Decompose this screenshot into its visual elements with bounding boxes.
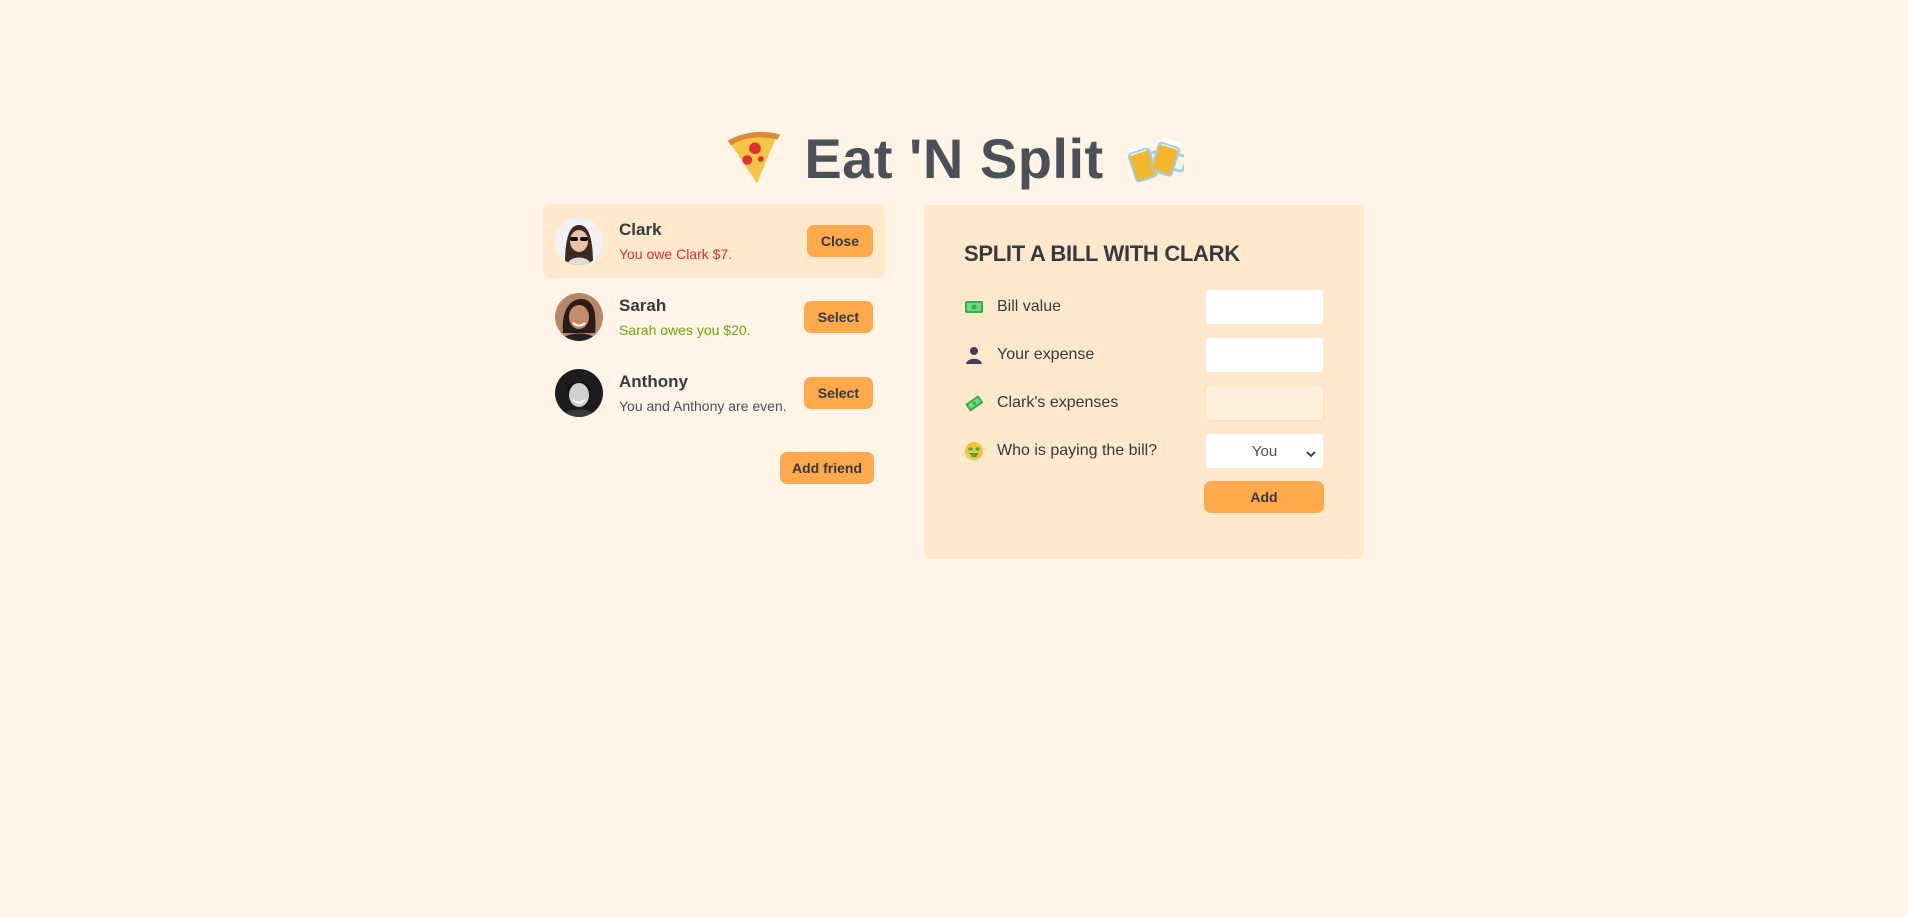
page-title: Eat 'N Split (804, 126, 1104, 190)
friend-item-clark: Clark You owe Clark $7. Close (543, 204, 885, 278)
avatar-clark (555, 217, 603, 265)
friend-name: Clark (619, 220, 662, 239)
chevron-down-icon (1306, 446, 1316, 458)
avatar-anthony (555, 369, 603, 417)
close-button[interactable]: Close (806, 225, 873, 257)
friend-name: Anthony (619, 372, 688, 391)
payer-select[interactable]: You (1205, 433, 1324, 469)
your-expense-label: Your expense (997, 346, 1095, 363)
bill-value-label: Bill value (997, 298, 1062, 315)
your-expense-input[interactable] (1205, 337, 1324, 373)
add-split-button[interactable]: Add (1204, 481, 1324, 513)
money-bill-icon (964, 297, 984, 317)
pizza-icon (724, 127, 786, 189)
add-friend-button[interactable]: Add friend (780, 452, 874, 484)
beer-mugs-icon (1122, 127, 1188, 189)
friends-list: Clark You owe Clark $7. Close Sarah Sara… (543, 204, 885, 484)
select-button[interactable]: Select (803, 301, 873, 333)
friend-balance: Sarah owes you $20. (619, 322, 751, 338)
split-bill-form: Split a bill with Clark Bill value You (924, 205, 1364, 559)
friend-item-anthony: Anthony You and Anthony are even. Select (543, 356, 885, 430)
friend-balance: You and Anthony are even. (619, 398, 787, 414)
form-title: Split a bill with Clark (964, 241, 1240, 266)
money-wings-icon (964, 393, 984, 413)
select-button[interactable]: Select (803, 377, 873, 409)
payer-label: Who is paying the bill? (997, 442, 1158, 459)
bill-value-input[interactable] (1205, 289, 1324, 325)
friend-item-sarah: Sarah Sarah owes you $20. Select (543, 280, 885, 354)
app-header: Eat 'N Split (0, 118, 1908, 198)
friend-expense-label: Clark's expenses (997, 394, 1119, 411)
friend-name: Sarah (619, 296, 667, 315)
avatar-sarah (555, 293, 603, 341)
money-face-icon (964, 441, 984, 461)
person-icon (964, 345, 984, 365)
friend-expense-input (1205, 385, 1324, 421)
friend-balance: You owe Clark $7. (619, 246, 733, 262)
